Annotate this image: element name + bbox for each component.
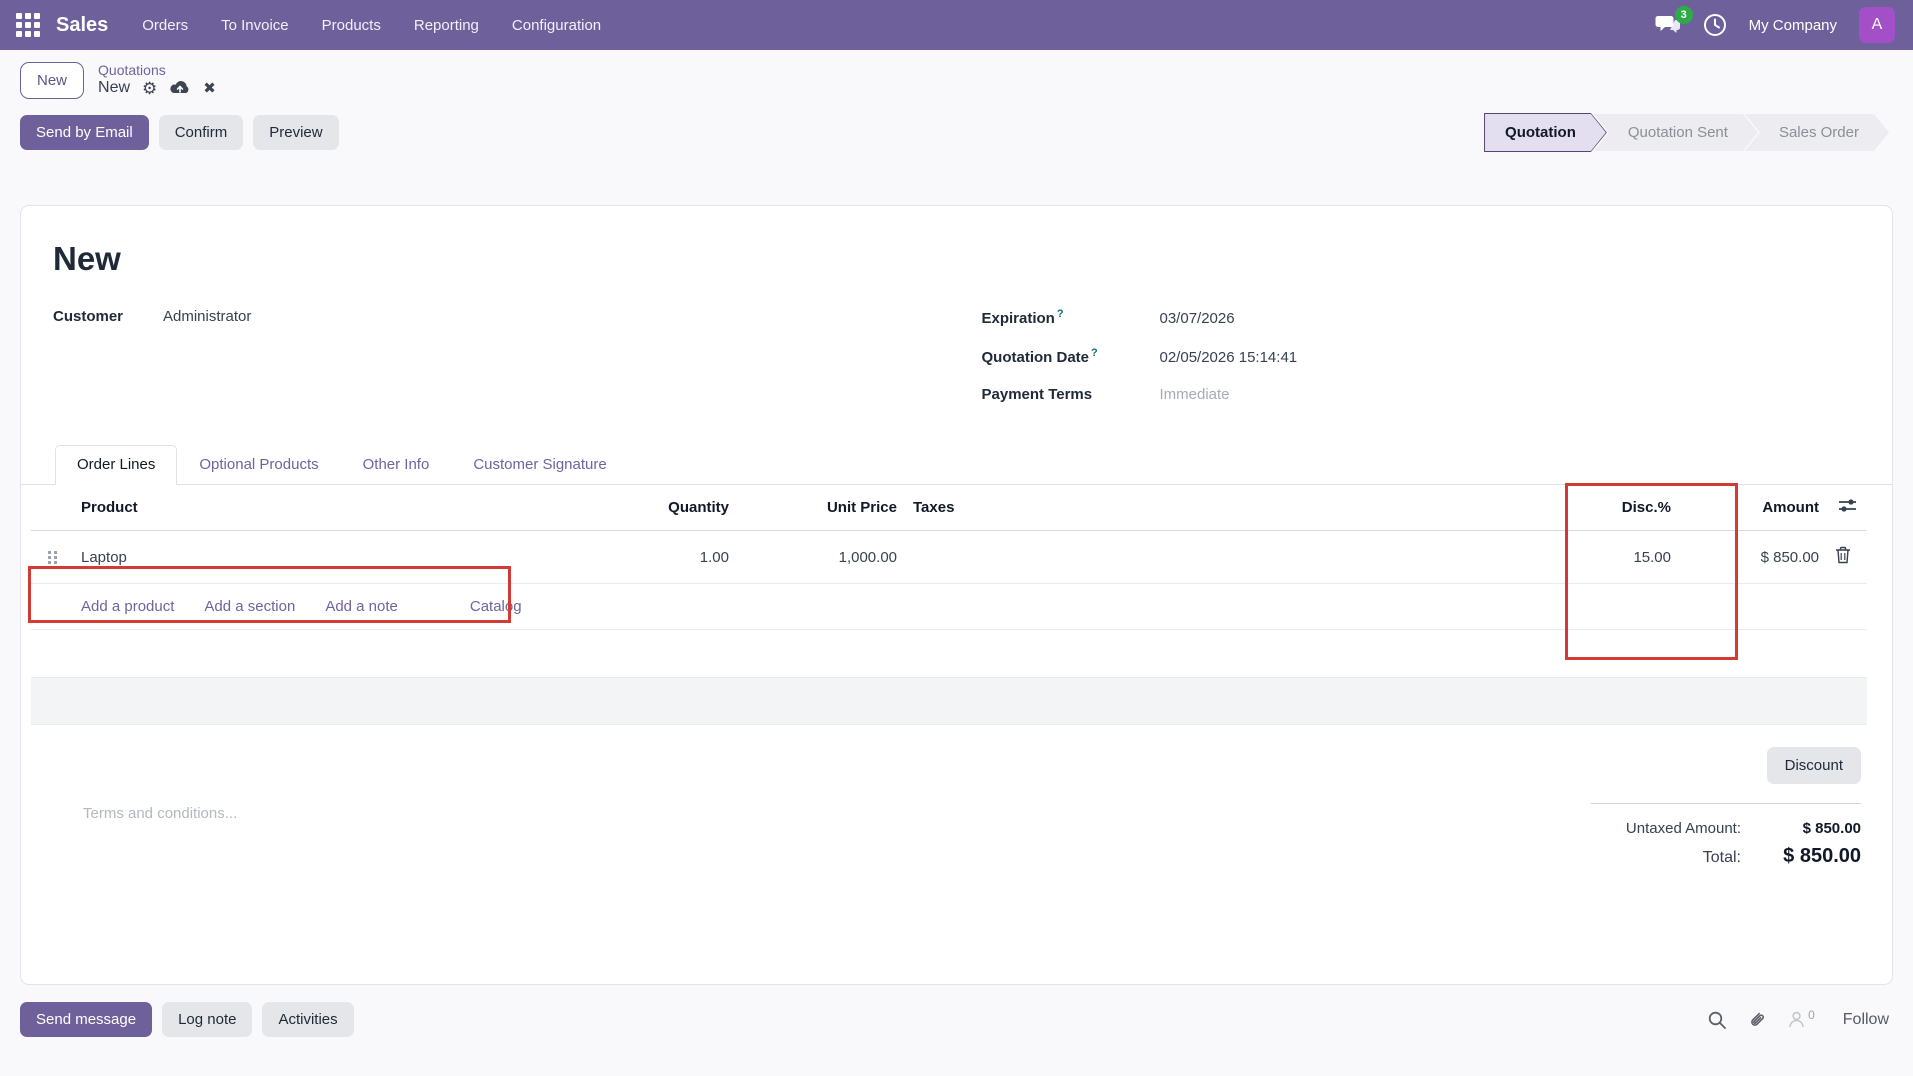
cell-discount[interactable]: 15.00 <box>1519 531 1679 584</box>
save-cloud-icon[interactable] <box>169 80 191 96</box>
tab-order-lines[interactable]: Order Lines <box>55 445 177 485</box>
customer-label: Customer <box>53 308 163 325</box>
messages-icon[interactable]: 3 <box>1655 14 1681 36</box>
cloud-upload-icon <box>169 80 191 96</box>
followers-button[interactable]: 0 <box>1787 1010 1815 1029</box>
activities-button[interactable]: Activities <box>262 1002 353 1037</box>
optional-columns-icon[interactable] <box>1838 498 1857 513</box>
quotation-date-value[interactable]: 02/05/2026 15:14:41 <box>1160 349 1298 366</box>
stage-quotation[interactable]: Quotation <box>1484 113 1607 152</box>
totals-panel: Discount Untaxed Amount: $ 850.00 Total:… <box>1591 747 1861 872</box>
gear-icon[interactable]: ⚙ <box>142 80 157 97</box>
followers-count: 0 <box>1808 1008 1815 1022</box>
breadcrumb-current: New <box>98 79 130 97</box>
preview-button[interactable]: Preview <box>253 115 338 150</box>
action-row: Send by Email Confirm Preview Quotation … <box>0 99 1913 152</box>
messages-badge: 3 <box>1675 6 1693 24</box>
cell-unit-price[interactable]: 1,000.00 <box>737 531 905 584</box>
menu-configuration[interactable]: Configuration <box>512 17 601 34</box>
col-discount[interactable]: Disc.% <box>1519 485 1679 531</box>
catalog-link[interactable]: Catalog <box>470 598 522 615</box>
follow-button[interactable]: Follow <box>1843 1011 1889 1029</box>
cell-amount: $ 850.00 <box>1679 531 1827 584</box>
cell-quantity[interactable]: 1.00 <box>525 531 737 584</box>
field-groups: Customer Administrator Expiration? 03/07… <box>53 308 1860 403</box>
add-a-note-link[interactable]: Add a note <box>325 598 398 615</box>
confirm-button[interactable]: Confirm <box>159 115 244 150</box>
stage-quotation-sent[interactable]: Quotation Sent <box>1594 114 1758 151</box>
help-icon: ? <box>1091 347 1098 359</box>
empty-row <box>31 630 1867 678</box>
totals-table: Untaxed Amount: $ 850.00 Total: $ 850.00 <box>1591 803 1861 872</box>
tab-other-info[interactable]: Other Info <box>341 445 452 485</box>
user-avatar[interactable]: A <box>1859 7 1895 43</box>
discount-button[interactable]: Discount <box>1767 747 1861 784</box>
top-navbar: Sales Orders To Invoice Products Reporti… <box>0 0 1913 50</box>
cell-product[interactable]: Laptop <box>73 531 525 584</box>
cell-taxes[interactable] <box>905 531 1519 584</box>
total-label: Total: <box>1703 849 1741 867</box>
untaxed-amount-label: Untaxed Amount: <box>1626 820 1741 837</box>
activities-clock-icon[interactable] <box>1703 13 1727 37</box>
menu-orders[interactable]: Orders <box>142 17 188 34</box>
menu-to-invoice[interactable]: To Invoice <box>221 17 289 34</box>
log-note-button[interactable]: Log note <box>162 1002 252 1037</box>
attachment-paperclip-icon[interactable] <box>1747 1010 1767 1030</box>
form-sheet: New Customer Administrator Expiration? 0… <box>20 205 1893 985</box>
payment-terms-input[interactable]: Immediate <box>1160 386 1230 403</box>
delete-row-icon[interactable] <box>1835 546 1851 564</box>
breadcrumb-quotations-link[interactable]: Quotations <box>98 62 216 78</box>
order-line-row[interactable]: Laptop 1.00 1,000.00 15.00 $ 850.00 <box>31 531 1867 584</box>
untaxed-amount-value: $ 850.00 <box>1777 820 1861 837</box>
col-amount[interactable]: Amount <box>1679 485 1827 531</box>
add-a-product-link[interactable]: Add a product <box>81 598 174 615</box>
drag-handle-icon[interactable] <box>48 551 57 564</box>
quotation-date-label: Quotation Date? <box>982 347 1160 366</box>
apps-grid-icon[interactable] <box>16 13 40 37</box>
record-title[interactable]: New <box>53 240 1892 278</box>
add-a-section-link[interactable]: Add a section <box>204 598 295 615</box>
terms-and-conditions-input[interactable]: Terms and conditions... <box>83 805 237 822</box>
order-lines-table: Product Quantity Unit Price Taxes Disc.%… <box>31 485 1867 725</box>
breadcrumb: Quotations New ⚙ ✖ <box>98 62 216 97</box>
expiration-value[interactable]: 03/07/2026 <box>1160 310 1235 327</box>
add-line-row: Add a product Add a section Add a note C… <box>31 584 1867 630</box>
send-by-email-button[interactable]: Send by Email <box>20 115 149 150</box>
col-unit-price[interactable]: Unit Price <box>737 485 905 531</box>
payment-terms-label: Payment Terms <box>982 386 1160 403</box>
stage-sales-order[interactable]: Sales Order <box>1745 114 1889 151</box>
help-icon: ? <box>1057 308 1064 320</box>
app-name[interactable]: Sales <box>56 14 108 37</box>
tab-customer-signature[interactable]: Customer Signature <box>451 445 628 485</box>
expiration-label: Expiration? <box>982 308 1160 327</box>
stage-quotation-sent-label: Quotation Sent <box>1628 124 1728 141</box>
total-value: $ 850.00 <box>1777 845 1861 868</box>
notebook-tabs: Order Lines Optional Products Other Info… <box>21 445 1892 485</box>
tab-optional-products[interactable]: Optional Products <box>177 445 340 485</box>
table-header-row: Product Quantity Unit Price Taxes Disc.%… <box>31 485 1867 531</box>
stage-sales-order-label: Sales Order <box>1779 124 1859 141</box>
col-taxes[interactable]: Taxes <box>905 485 1519 531</box>
company-switcher[interactable]: My Company <box>1749 17 1837 34</box>
empty-row <box>31 678 1867 725</box>
customer-value[interactable]: Administrator <box>163 308 251 325</box>
send-message-button[interactable]: Send message <box>20 1002 152 1037</box>
statusbar: Quotation Quotation Sent Sales Order <box>1484 113 1889 152</box>
clock-icon <box>1703 13 1727 37</box>
menu-products[interactable]: Products <box>322 17 381 34</box>
new-record-button[interactable]: New <box>20 62 84 99</box>
chatter-bar: Send message Log note Activities 0 Follo… <box>20 1002 1889 1037</box>
stage-quotation-label: Quotation <box>1505 124 1576 141</box>
col-quantity[interactable]: Quantity <box>525 485 737 531</box>
sheet-bottom: Terms and conditions... Discount Untaxed… <box>21 725 1892 925</box>
follower-person-icon <box>1787 1010 1806 1029</box>
col-product[interactable]: Product <box>73 485 525 531</box>
search-icon[interactable] <box>1707 1010 1727 1030</box>
discard-x-icon[interactable]: ✖ <box>203 79 216 97</box>
menu-reporting[interactable]: Reporting <box>414 17 479 34</box>
control-panel: New Quotations New ⚙ ✖ <box>0 50 1913 99</box>
